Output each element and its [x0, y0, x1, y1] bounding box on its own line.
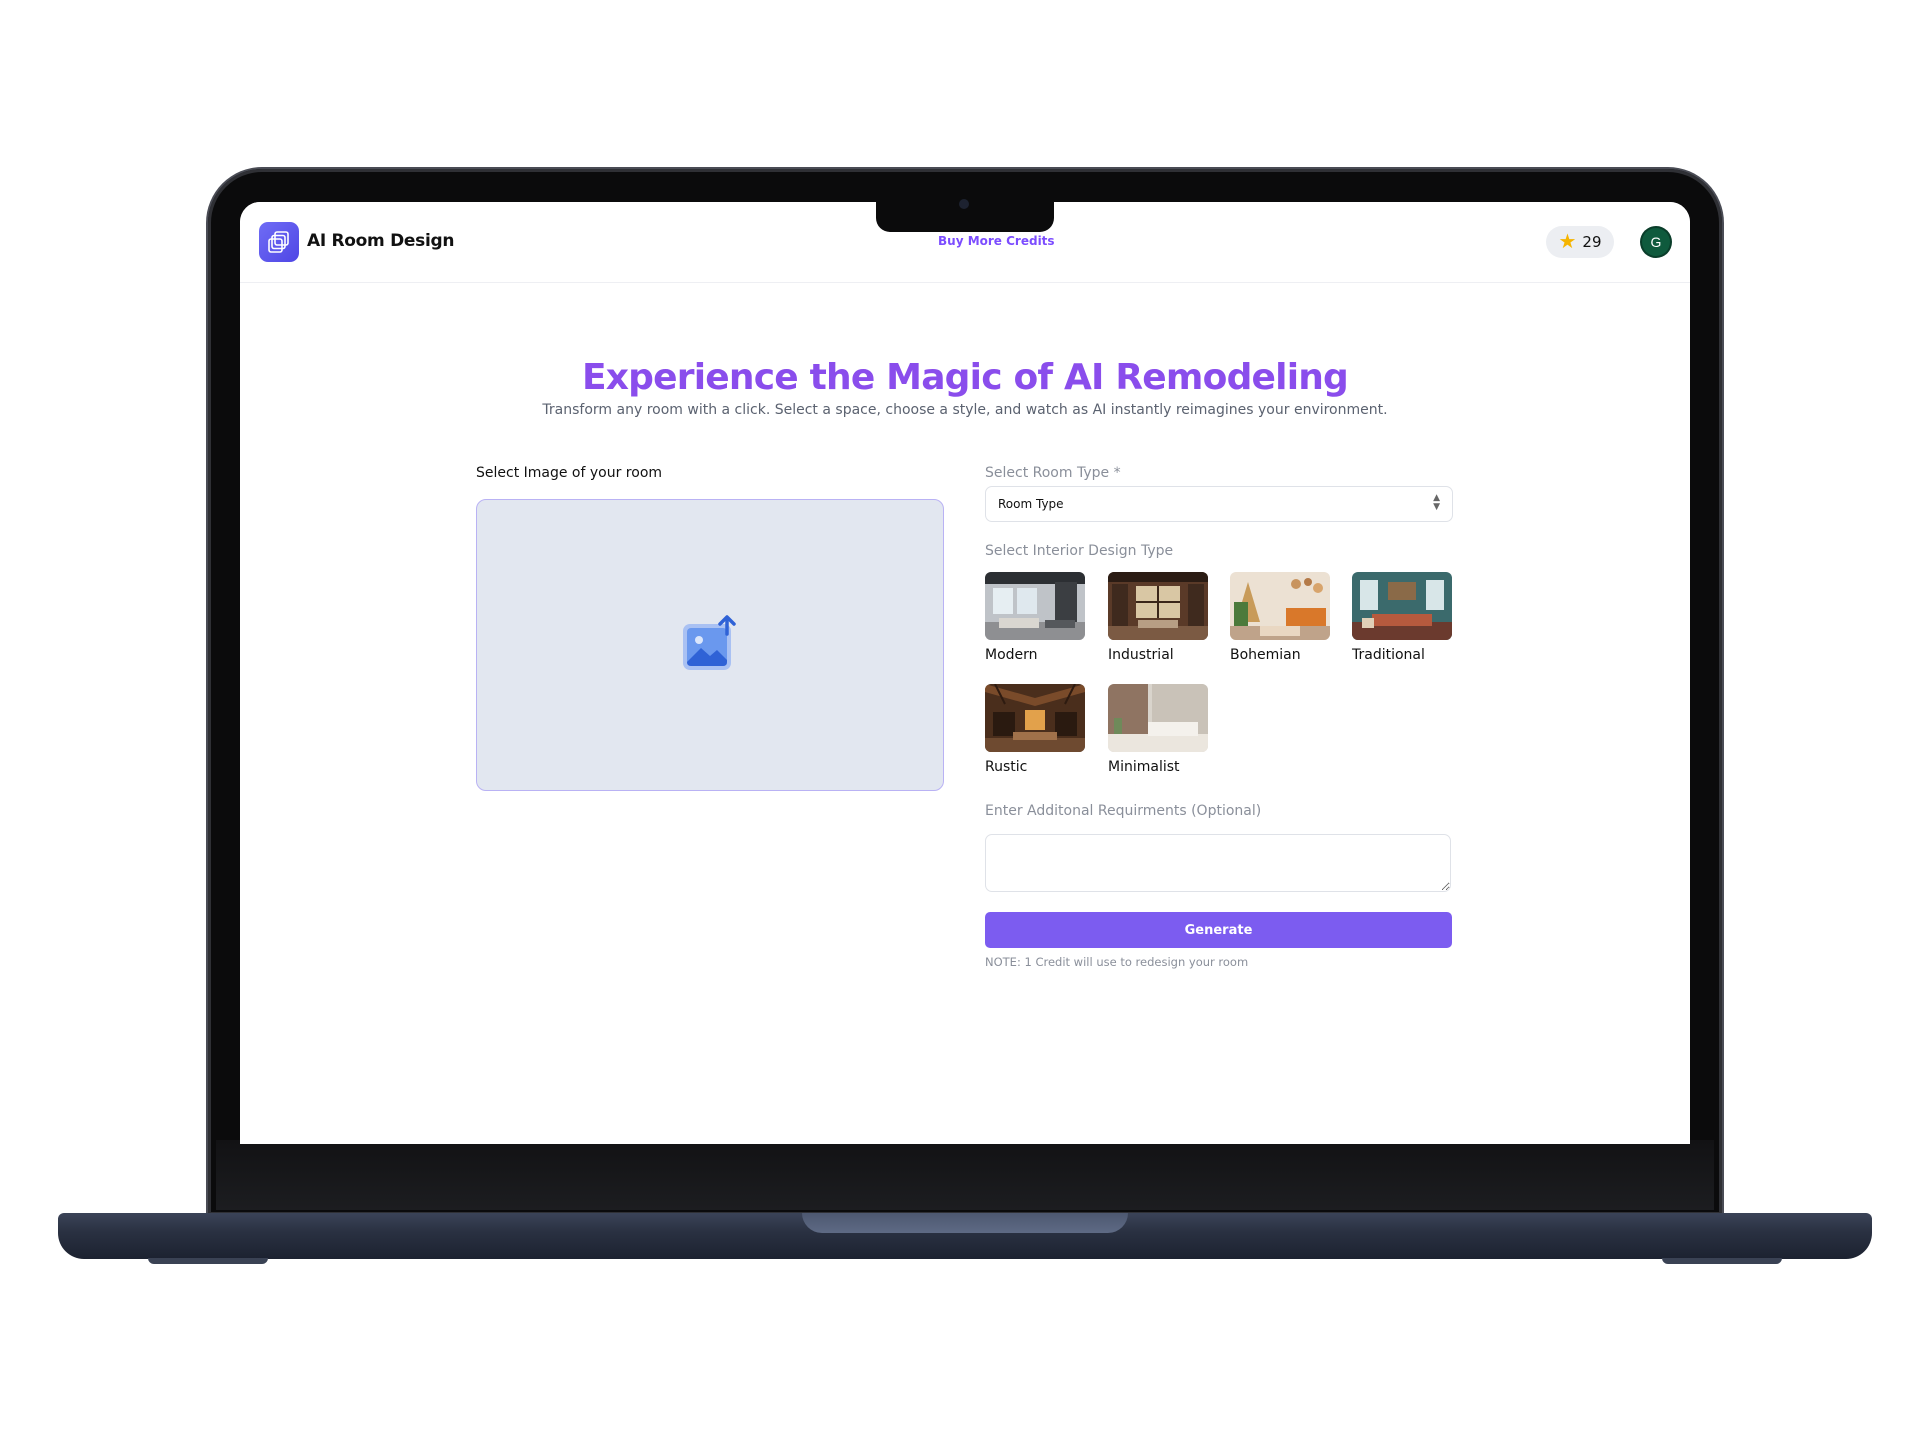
style-name: Traditional — [1352, 647, 1425, 663]
buy-more-credits-link[interactable]: Buy More Credits — [938, 234, 1055, 248]
style-name: Modern — [985, 647, 1038, 663]
chevron-updown-icon: ▲ ▼ — [1433, 493, 1440, 512]
style-name: Bohemian — [1230, 647, 1301, 663]
app-brand-name[interactable]: AI Room Design — [307, 231, 454, 251]
design-type-label: Select Interior Design Type — [985, 543, 1174, 559]
app-logo-icon[interactable] — [259, 222, 299, 262]
generate-button[interactable]: Generate — [985, 912, 1452, 948]
rustic-room-image — [985, 684, 1085, 752]
credits-count: 29 — [1582, 233, 1602, 251]
credit-note: NOTE: 1 Credit will use to redesign your… — [985, 955, 1249, 969]
page-title: Experience the Magic of AI Remodeling — [581, 357, 1349, 398]
laptop-foot-right — [1662, 1258, 1782, 1264]
laptop-hinge — [802, 1213, 1128, 1233]
traditional-room-image — [1352, 572, 1452, 640]
style-name: Minimalist — [1108, 759, 1180, 775]
image-upload-dropzone[interactable] — [476, 499, 944, 791]
credits-badge[interactable]: ★ 29 — [1546, 226, 1614, 258]
room-type-label: Select Room Type * — [985, 465, 1121, 481]
industrial-room-image — [1108, 572, 1208, 640]
app-screen: AI Room Design Buy More Credits ★ 29 G E… — [240, 202, 1690, 1144]
style-card-modern[interactable]: Modern — [985, 572, 1085, 663]
page-subtitle: Transform any room with a click. Select … — [542, 402, 1388, 418]
laptop-foot-left — [148, 1258, 268, 1264]
style-card-rustic[interactable]: Rustic — [985, 684, 1085, 775]
style-name: Industrial — [1108, 647, 1174, 663]
style-card-traditional[interactable]: Traditional — [1352, 572, 1452, 663]
user-avatar[interactable]: G — [1642, 228, 1670, 256]
minimalist-room-image — [1108, 684, 1208, 752]
style-name: Rustic — [985, 759, 1028, 775]
modern-room-image — [985, 572, 1085, 640]
room-type-value: Room Type — [998, 497, 1064, 511]
upload-label: Select Image of your room — [476, 465, 663, 481]
style-card-minimalist[interactable]: Minimalist — [1108, 684, 1208, 775]
requirements-label: Enter Additonal Requirments (Optional) — [985, 803, 1262, 819]
image-upload-icon — [683, 615, 736, 670]
star-icon: ★ — [1558, 231, 1577, 253]
room-type-select[interactable]: Room Type ▲ ▼ — [985, 486, 1453, 522]
style-card-industrial[interactable]: Industrial — [1108, 572, 1208, 663]
camera-icon — [959, 199, 969, 209]
style-card-bohemian[interactable]: Bohemian — [1230, 572, 1330, 663]
bohemian-room-image — [1230, 572, 1330, 640]
laptop-bezel-bottom — [216, 1140, 1714, 1210]
requirements-textarea[interactable] — [985, 834, 1451, 892]
